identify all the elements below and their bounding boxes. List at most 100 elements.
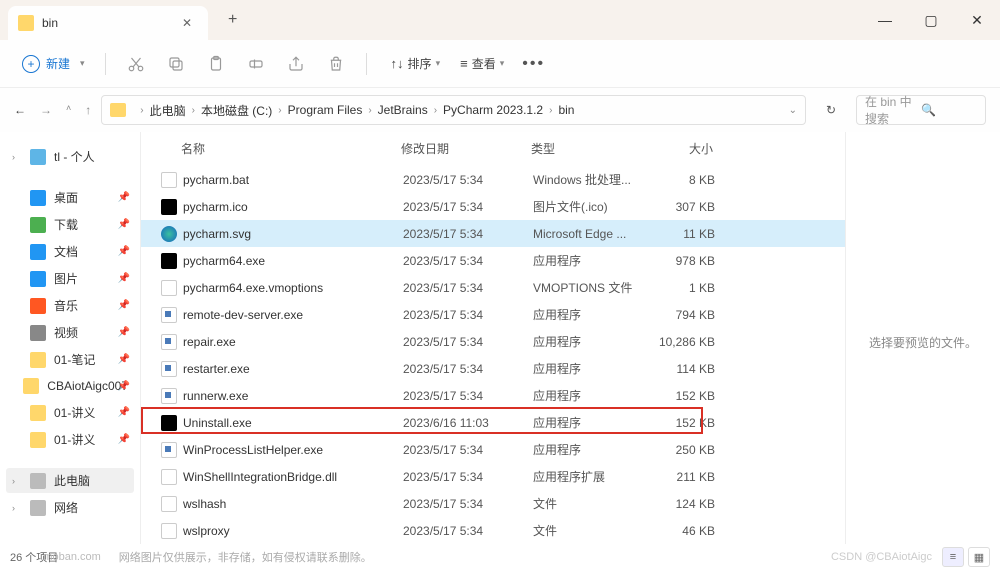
share-icon[interactable] — [278, 46, 314, 82]
file-type: 应用程序 — [533, 252, 643, 269]
close-window-button[interactable]: ✕ — [954, 0, 1000, 40]
pin-icon: 📌 — [118, 219, 130, 230]
file-row[interactable]: wslhash 2023/5/17 5:34 文件 124 KB — [141, 490, 845, 517]
file-row[interactable]: repair.exe 2023/5/17 5:34 应用程序 10,286 KB — [141, 328, 845, 355]
column-headers[interactable]: 名称 修改日期 类型 大小 — [141, 132, 845, 166]
new-button[interactable]: + 新建 ▾ — [14, 51, 93, 77]
file-row[interactable]: runnerw.exe 2023/5/17 5:34 应用程序 152 KB — [141, 382, 845, 409]
rename-icon[interactable] — [238, 46, 274, 82]
file-row[interactable]: restarter.exe 2023/5/17 5:34 应用程序 114 KB — [141, 355, 845, 382]
file-icon — [161, 442, 177, 458]
sidebar-item[interactable]: 文档📌 — [6, 239, 134, 264]
up-button[interactable]: ˄ — [66, 103, 71, 117]
more-button[interactable]: ••• — [522, 55, 545, 73]
file-icon — [161, 388, 177, 404]
new-tab-button[interactable]: + — [220, 7, 245, 33]
file-row[interactable]: pycharm.bat 2023/5/17 5:34 Windows 批处理..… — [141, 166, 845, 193]
breadcrumb-segment[interactable]: 此电脑 — [150, 102, 186, 119]
breadcrumb-segment[interactable]: Program Files — [288, 103, 363, 117]
sidebar-item[interactable]: 01-笔记📌 — [6, 347, 134, 372]
col-name[interactable]: 名称 — [181, 140, 401, 157]
breadcrumb-segment[interactable]: JetBrains — [378, 103, 428, 117]
sidebar-item[interactable]: 下载📌 — [6, 212, 134, 237]
sidebar-item[interactable]: 01-讲义📌 — [6, 400, 134, 425]
toolbar: + 新建 ▾ ↑↓ 排序 ▾ ≡ 查看 ▾ ••• — [0, 40, 1000, 88]
breadcrumb-segment[interactable]: bin — [558, 103, 574, 117]
pin-icon: 📌 — [118, 246, 130, 257]
breadcrumb[interactable]: › 此电脑 › 本地磁盘 (C:) › Program Files › JetB… — [101, 95, 806, 125]
copy-icon[interactable] — [158, 46, 194, 82]
file-row[interactable]: Uninstall.exe 2023/6/16 11:03 应用程序 152 K… — [141, 409, 845, 436]
grid-view-icon[interactable]: ▦ — [968, 547, 990, 567]
refresh-button[interactable]: ↻ — [816, 95, 846, 125]
delete-icon[interactable] — [318, 46, 354, 82]
col-date[interactable]: 修改日期 — [401, 140, 531, 157]
view-button[interactable]: ≡ 查看 ▾ — [452, 51, 512, 76]
minimize-button[interactable]: — — [862, 0, 908, 40]
file-name: pycharm64.exe.vmoptions — [183, 281, 403, 295]
close-tab-icon[interactable]: ✕ — [176, 14, 198, 32]
chevron-down-icon[interactable]: ⌄ — [789, 105, 797, 116]
file-name: pycharm.ico — [183, 200, 403, 214]
file-type: 应用程序 — [533, 333, 643, 350]
watermark-note: 网络图片仅供展示，非存储，如有侵权请联系删除。 — [119, 549, 372, 565]
sidebar-cloud[interactable]: › tl - 个人 — [6, 144, 134, 169]
file-date: 2023/5/17 5:34 — [403, 389, 533, 403]
sidebar-icon — [30, 432, 46, 448]
details-view-icon[interactable]: ≡ — [942, 547, 964, 567]
network-icon — [30, 500, 46, 516]
file-date: 2023/5/17 5:34 — [403, 281, 533, 295]
preview-pane: 选择要预览的文件。 — [845, 132, 1000, 552]
file-row[interactable]: wslproxy 2023/5/17 5:34 文件 46 KB — [141, 517, 845, 544]
file-row[interactable]: remote-dev-server.exe 2023/5/17 5:34 应用程… — [141, 301, 845, 328]
file-size: 307 KB — [643, 200, 715, 214]
paste-icon[interactable] — [198, 46, 234, 82]
col-type[interactable]: 类型 — [531, 140, 641, 157]
sidebar-item[interactable]: 桌面📌 — [6, 185, 134, 210]
sidebar-item[interactable]: 图片📌 — [6, 266, 134, 291]
file-row[interactable]: pycharm.ico 2023/5/17 5:34 图片文件(.ico) 30… — [141, 193, 845, 220]
file-row[interactable]: pycharm.svg 2023/5/17 5:34 Microsoft Edg… — [141, 220, 845, 247]
file-row[interactable]: pycharm64.exe.vmoptions 2023/5/17 5:34 V… — [141, 274, 845, 301]
file-size: 978 KB — [643, 254, 715, 268]
sidebar-network[interactable]: › 网络 — [6, 495, 134, 520]
file-type: Windows 批处理... — [533, 171, 643, 188]
sidebar-this-pc[interactable]: › 此电脑 — [6, 468, 134, 493]
file-row[interactable]: WinShellIntegrationBridge.dll 2023/5/17 … — [141, 463, 845, 490]
col-size[interactable]: 大小 — [641, 140, 713, 157]
csdn-watermark: CSDN @CBAiotAigc — [831, 551, 932, 563]
sidebar-item[interactable]: 音乐📌 — [6, 293, 134, 318]
file-date: 2023/5/17 5:34 — [403, 308, 533, 322]
cut-icon[interactable] — [118, 46, 154, 82]
sidebar-item[interactable]: 01-讲义📌 — [6, 427, 134, 452]
file-date: 2023/5/17 5:34 — [403, 254, 533, 268]
sidebar-icon — [23, 378, 39, 394]
file-size: 11 KB — [643, 227, 715, 241]
sidebar-item[interactable]: CBAiotAigc007📌 — [6, 374, 134, 398]
window-tab[interactable]: bin ✕ — [8, 6, 208, 40]
sidebar-item[interactable]: 视频📌 — [6, 320, 134, 345]
sort-button[interactable]: ↑↓ 排序 ▾ — [383, 51, 449, 76]
sidebar-icon — [30, 217, 46, 233]
breadcrumb-segment[interactable]: PyCharm 2023.1.2 — [443, 103, 543, 117]
breadcrumb-segment[interactable]: 本地磁盘 (C:) — [201, 102, 272, 119]
cloud-icon — [30, 149, 46, 165]
file-name: remote-dev-server.exe — [183, 308, 403, 322]
maximize-button[interactable]: ▢ — [908, 0, 954, 40]
file-icon — [161, 172, 177, 188]
file-type: 应用程序 — [533, 306, 643, 323]
pin-icon: 📌 — [118, 300, 130, 311]
history-button[interactable]: ↑ — [85, 103, 91, 117]
search-input[interactable]: 在 bin 中搜索 🔍 — [856, 95, 986, 125]
watermark: moban.com — [43, 551, 100, 563]
back-button[interactable]: ← — [14, 103, 26, 117]
file-type: 应用程序 — [533, 387, 643, 404]
forward-button[interactable]: → — [40, 103, 52, 117]
file-date: 2023/5/17 5:34 — [403, 335, 533, 349]
file-date: 2023/5/17 5:34 — [403, 200, 533, 214]
file-size: 794 KB — [643, 308, 715, 322]
file-row[interactable]: WinProcessListHelper.exe 2023/5/17 5:34 … — [141, 436, 845, 463]
pin-icon: 📌 — [118, 327, 130, 338]
file-row[interactable]: pycharm64.exe 2023/5/17 5:34 应用程序 978 KB — [141, 247, 845, 274]
file-date: 2023/5/17 5:34 — [403, 173, 533, 187]
